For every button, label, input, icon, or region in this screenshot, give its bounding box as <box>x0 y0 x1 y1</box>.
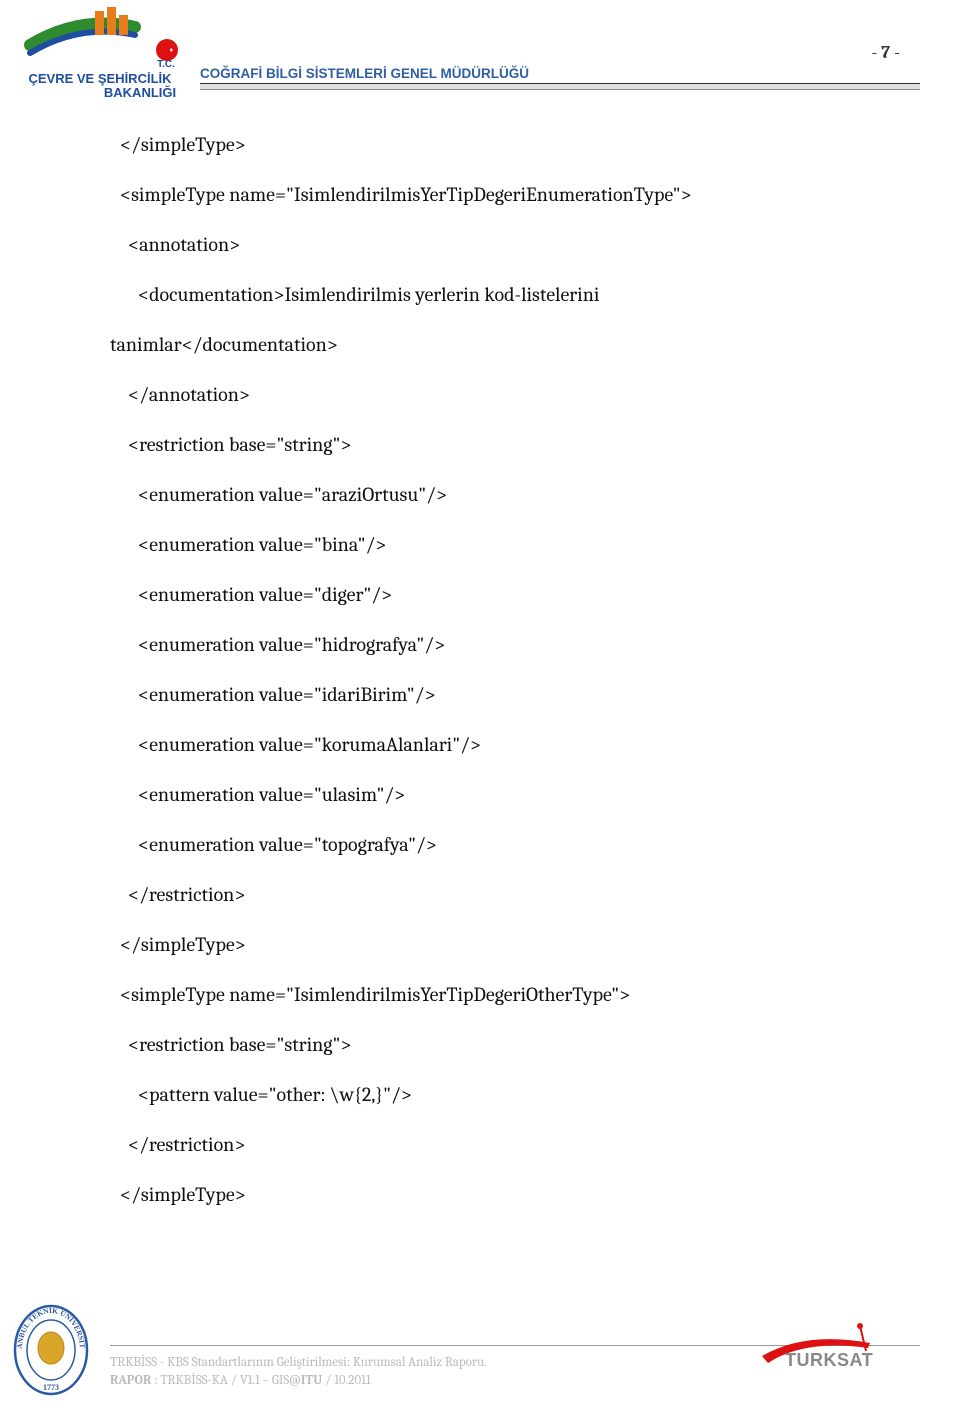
footer-rapor: RAPOR <box>110 1373 151 1388</box>
code-line: <enumeration value="araziOrtusu"/> <box>110 470 900 520</box>
ministry-logo: T.C. ÇEVRE VE ŞEHİRCİLİK BAKANLIĞI <box>20 5 180 104</box>
code-line: </simpleType> <box>110 120 900 170</box>
footer-line1: TRKBİSS - KBS Standartlarının Geliştiril… <box>110 1355 487 1370</box>
code-line: </simpleType> <box>110 1170 900 1220</box>
footer-line2-rest: : TRKBİSS-KA / V1.1 – GIS@ <box>151 1373 300 1388</box>
footer-line2-tail: / 10.2011 <box>322 1373 370 1388</box>
ministry-logo-icon: T.C. ÇEVRE VE ŞEHİRCİLİK BAKANLIĞI <box>20 5 180 100</box>
code-line: <enumeration value="korumaAlanlari"/> <box>110 720 900 770</box>
header-title: COĞRAFİ BİLGİ SİSTEMLERİ GENEL MÜDÜRLÜĞÜ <box>200 8 920 83</box>
code-line: <simpleType name="IsimlendirilmisYerTipD… <box>110 170 900 220</box>
code-line: <annotation> <box>110 220 900 270</box>
code-line: <pattern value="other: \w{2,}"/> <box>110 1070 900 1120</box>
code-line: <enumeration value="ulasim"/> <box>110 770 900 820</box>
turksat-logo-icon: TURKSAT <box>760 1321 900 1376</box>
code-line: <enumeration value="diger"/> <box>110 570 900 620</box>
ministry-line1-text: ÇEVRE VE ŞEHİRCİLİK <box>28 71 172 86</box>
code-line: </restriction> <box>110 870 900 920</box>
code-line: <enumeration value="bina"/> <box>110 520 900 570</box>
code-line: <documentation>Isimlendirilmis yerlerin … <box>110 270 900 320</box>
document-page: - 7 - T.C. ÇEVRE VE ŞEHİRCİLİK BAKANLIĞI… <box>0 0 960 1410</box>
code-line: <enumeration value="topografya"/> <box>110 820 900 870</box>
turksat-logo: TURKSAT <box>760 1321 900 1380</box>
page-number: - 7 - <box>871 42 900 63</box>
code-line: <enumeration value="idariBirim"/> <box>110 670 900 720</box>
code-line: <restriction base="string"> <box>110 420 900 470</box>
code-line: tanimlar</documentation> <box>110 320 900 370</box>
ministry-tc-text: T.C. <box>157 59 175 70</box>
page-header: - 7 - T.C. ÇEVRE VE ŞEHİRCİLİK BAKANLIĞI… <box>0 0 960 90</box>
header-rule <box>200 83 920 90</box>
code-line: </annotation> <box>110 370 900 420</box>
ministry-line2-text: BAKANLIĞI <box>104 85 176 100</box>
footer-itu: ITU <box>301 1373 322 1388</box>
code-line: </restriction> <box>110 1120 900 1170</box>
document-body: </simpleType><simpleType name="Isimlendi… <box>0 90 960 1230</box>
code-line: <restriction base="string"> <box>110 1020 900 1070</box>
svg-text:TURKSAT: TURKSAT <box>785 1350 873 1370</box>
code-line: <enumeration value="hidrografya"/> <box>110 620 900 670</box>
code-line: <simpleType name="IsimlendirilmisYerTipD… <box>110 970 900 1020</box>
code-line: </simpleType> <box>110 920 900 970</box>
